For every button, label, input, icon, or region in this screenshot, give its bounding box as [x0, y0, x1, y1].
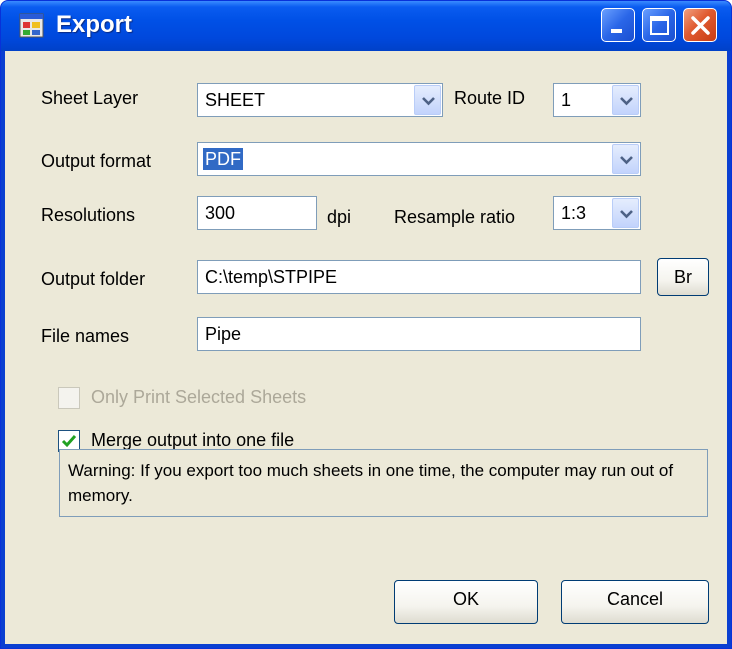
cancel-button[interactable]: Cancel: [561, 580, 709, 624]
resample-ratio-select[interactable]: 1:3: [553, 196, 641, 230]
sheet-layer-value: SHEET: [205, 90, 266, 110]
route-id-dropdown-button[interactable]: [612, 85, 639, 115]
output-format-select[interactable]: PDF: [197, 142, 641, 176]
sheet-layer-dropdown-button[interactable]: [414, 85, 441, 115]
chevron-down-icon: [620, 156, 633, 165]
resample-ratio-label: Resample ratio: [394, 207, 516, 227]
chevron-down-icon: [620, 97, 633, 106]
browse-button[interactable]: Br: [657, 258, 709, 296]
chevron-down-icon: [620, 210, 633, 219]
file-names-label: File names: [41, 326, 130, 346]
ok-button[interactable]: OK: [394, 580, 538, 624]
export-dialog: Export Sheet Layer SHEET Route ID 1 Outp…: [0, 0, 732, 649]
close-icon: [691, 16, 710, 35]
output-folder-value: C:\temp\STPIPE: [205, 267, 338, 287]
title-bar[interactable]: Export: [1, 1, 731, 51]
route-id-label: Route ID: [454, 88, 526, 108]
resample-ratio-dropdown-button[interactable]: [612, 198, 639, 228]
route-id-value: 1: [561, 90, 572, 110]
maximize-button[interactable]: [642, 8, 676, 42]
file-names-input[interactable]: Pipe: [197, 317, 641, 351]
resolutions-label: Resolutions: [41, 205, 136, 225]
warning-text: Warning: If you export too much sheets i…: [68, 461, 674, 505]
browse-button-label: Br: [674, 267, 692, 287]
resample-ratio-value: 1:3: [561, 203, 587, 223]
output-format-dropdown-button[interactable]: [612, 144, 639, 174]
warning-box: Warning: If you export too much sheets i…: [59, 449, 708, 517]
chevron-down-icon: [422, 97, 435, 106]
output-format-label: Output format: [41, 151, 152, 171]
dialog-body: Sheet Layer SHEET Route ID 1 Output form…: [5, 51, 727, 644]
checkmark-icon: [61, 435, 77, 448]
merge-output-label: Merge output into one file: [91, 430, 295, 450]
resolutions-value: 300: [205, 203, 236, 223]
window-title: Export: [56, 11, 133, 38]
output-format-value: PDF: [203, 148, 243, 170]
cancel-button-label: Cancel: [606, 589, 664, 609]
output-folder-input[interactable]: C:\temp\STPIPE: [197, 260, 641, 294]
only-print-selected-label: Only Print Selected Sheets: [91, 387, 307, 407]
maximize-icon: [650, 16, 669, 35]
sheet-layer-label: Sheet Layer: [41, 88, 139, 108]
close-button[interactable]: [683, 8, 717, 42]
file-names-value: Pipe: [205, 324, 242, 344]
output-folder-label: Output folder: [41, 269, 146, 289]
route-id-select[interactable]: 1: [553, 83, 641, 117]
export-app-icon: [19, 13, 44, 38]
minimize-icon: [611, 29, 622, 33]
only-print-selected-checkbox[interactable]: [58, 387, 80, 409]
dpi-unit-label: dpi: [327, 207, 352, 227]
ok-button-label: OK: [452, 589, 479, 609]
sheet-layer-select[interactable]: SHEET: [197, 83, 443, 117]
resolutions-input[interactable]: 300: [197, 196, 317, 230]
minimize-button[interactable]: [601, 8, 635, 42]
